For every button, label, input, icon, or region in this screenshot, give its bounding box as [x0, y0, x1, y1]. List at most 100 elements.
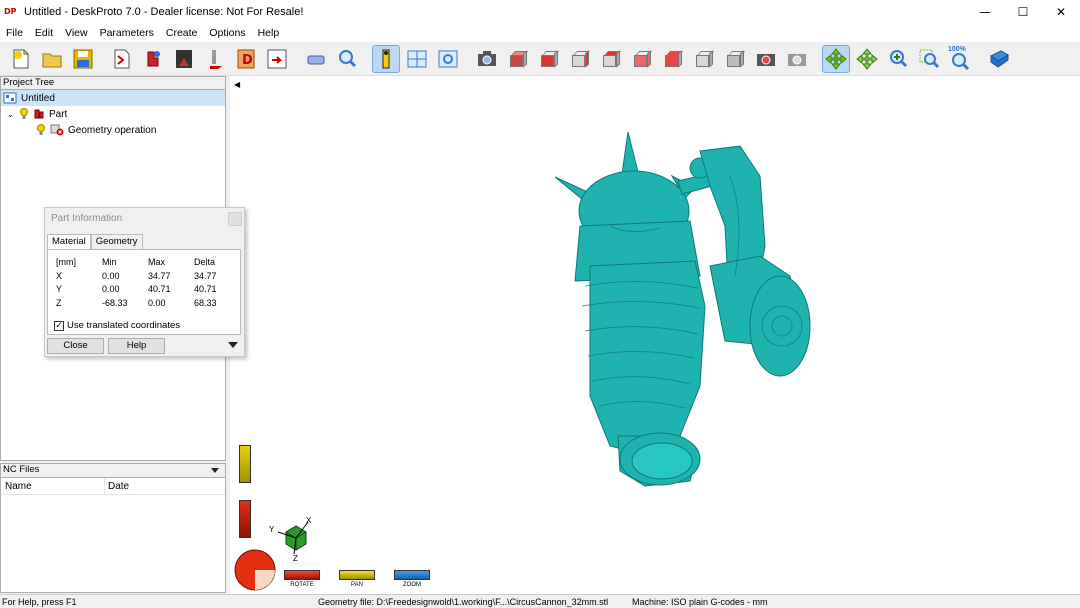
open-project-button[interactable]: [39, 46, 65, 72]
pan-gauge[interactable]: [239, 445, 251, 483]
pan-mode-bar[interactable]: [339, 570, 375, 580]
view-back-button[interactable]: [598, 46, 624, 72]
chevron-down-icon[interactable]: ⌄: [7, 110, 17, 119]
cube-right-icon: [570, 49, 591, 68]
operation-error-icon: [50, 124, 64, 136]
pan-arrows-icon: [856, 47, 878, 70]
rotate-mode[interactable]: ROTATE: [284, 570, 320, 588]
cube-back-icon: [601, 49, 622, 68]
folder-icon: [42, 53, 62, 67]
nc-files-panel: NC Files Name Date: [0, 463, 226, 593]
grid-layout-icon: [407, 50, 427, 67]
translated-coordinates-checkbox[interactable]: ✓ Use translated coordinates: [54, 320, 180, 331]
header-min: Min: [102, 257, 117, 267]
tree-item-part[interactable]: ⌄ Part: [1, 106, 225, 122]
layout-button[interactable]: [404, 46, 430, 72]
close-button[interactable]: Close: [47, 338, 104, 354]
inspect-button[interactable]: [334, 46, 360, 72]
window-title: Untitled - DeskProto 7.0 - Dealer licens…: [24, 6, 304, 18]
table-header-row: [mm] Min Max Delta: [56, 257, 240, 271]
zoom-100-button[interactable]: 100%: [947, 46, 973, 72]
table-row: Y 0.00 40.71 40.71: [56, 284, 240, 298]
column-date[interactable]: Date: [105, 478, 129, 494]
part-info-body: [mm] Min Max Delta X 0.00 34.77 34.77 Y …: [47, 249, 241, 335]
view-left-button[interactable]: [629, 46, 655, 72]
menu-options[interactable]: Options: [203, 27, 251, 39]
part-info-title: Part Information: [51, 213, 123, 224]
lightbulb-icon[interactable]: [36, 124, 46, 136]
row-delta: 40.71: [194, 284, 217, 294]
dropdown-arrow-icon[interactable]: [211, 468, 219, 473]
row-min: 0.00: [102, 270, 120, 281]
view-top-button[interactable]: [660, 46, 686, 72]
image-icon: [176, 49, 192, 68]
menu-edit[interactable]: Edit: [29, 27, 59, 39]
pan-mode[interactable]: PAN: [339, 570, 375, 588]
menu-parameters[interactable]: Parameters: [94, 27, 160, 39]
zoom-mode-button[interactable]: [885, 46, 911, 72]
toolpath-button[interactable]: [202, 46, 228, 72]
menu-view[interactable]: View: [59, 27, 94, 39]
3d-viewport[interactable]: ◀ X Y Z ROTATE PAN ZOOM: [230, 76, 1080, 594]
menu-file[interactable]: File: [0, 27, 29, 39]
help-button[interactable]: Help: [108, 338, 165, 354]
tree-item-project[interactable]: Untitled: [1, 90, 225, 106]
cube-top-icon: [663, 49, 684, 68]
expand-arrow-icon[interactable]: [228, 342, 238, 348]
view-bottom-button[interactable]: [691, 46, 717, 72]
dimensions-table: [mm] Min Max Delta X 0.00 34.77 34.77 Y …: [56, 257, 240, 311]
close-button[interactable]: ✕: [1042, 0, 1080, 24]
tab-material[interactable]: Material: [47, 234, 91, 249]
rotate-arrows-icon: [825, 47, 847, 70]
status-bar: For Help, press F1 Geometry file: D:\Fre…: [0, 594, 1080, 607]
checkmark-icon[interactable]: ✓: [54, 320, 64, 331]
geometry-load-icon: [114, 49, 130, 68]
app-logo: DP: [4, 7, 17, 16]
new-project-button[interactable]: [8, 46, 34, 72]
write-nc-button[interactable]: [264, 46, 290, 72]
menu-help[interactable]: Help: [252, 27, 286, 39]
preview-button[interactable]: [435, 46, 461, 72]
view-settings-button[interactable]: [784, 46, 810, 72]
camera-gear-icon: [788, 53, 806, 66]
redraw-button[interactable]: [753, 46, 779, 72]
rotate-mode-button[interactable]: [822, 44, 850, 73]
view-iso-button[interactable]: [505, 46, 531, 72]
rotate-dial[interactable]: [233, 548, 277, 592]
axis-x-label: X: [306, 516, 312, 525]
tree-item-operation[interactable]: Geometry operation: [1, 122, 225, 138]
erase-button[interactable]: [303, 46, 329, 72]
translated-coordinates-label: Use translated coordinates: [67, 320, 181, 331]
lightbulb-icon[interactable]: [19, 108, 29, 120]
menu-create[interactable]: Create: [160, 27, 204, 39]
column-name[interactable]: Name: [1, 478, 105, 494]
screenshot-button[interactable]: [474, 46, 500, 72]
zoom-window-button[interactable]: [916, 46, 942, 72]
pan-mode-button[interactable]: [854, 46, 880, 72]
operation-button[interactable]: D: [233, 46, 259, 72]
bitmap-button[interactable]: [171, 46, 197, 72]
zoom-mode[interactable]: ZOOM: [394, 570, 430, 588]
zoom-mode-bar[interactable]: [394, 570, 430, 580]
tab-geometry[interactable]: Geometry: [90, 234, 143, 249]
part-info-tabs: Material Geometry: [47, 234, 244, 249]
row-min: -68.33: [102, 297, 128, 308]
rotate-mode-bar[interactable]: [284, 570, 320, 580]
part-parameters-button[interactable]: [140, 46, 166, 72]
row-max: 34.77: [148, 270, 171, 281]
zoom-mode-label: ZOOM: [403, 582, 421, 588]
minimize-button[interactable]: —: [966, 0, 1004, 24]
help-book-button[interactable]: [986, 46, 1012, 72]
load-geometry-button[interactable]: [109, 46, 135, 72]
axis-z-label: Z: [293, 554, 298, 563]
view-front-button[interactable]: [536, 46, 562, 72]
maximize-button[interactable]: ☐: [1004, 0, 1042, 24]
part-info-close-icon[interactable]: [228, 212, 242, 226]
part-info-button[interactable]: [372, 44, 400, 73]
svg-text:D: D: [242, 53, 253, 68]
view-right-button[interactable]: [567, 46, 593, 72]
save-project-button[interactable]: [70, 46, 96, 72]
row-min: 0.00: [102, 284, 120, 294]
rotate-gauge[interactable]: [239, 500, 251, 538]
view-wire-button[interactable]: [722, 46, 748, 72]
